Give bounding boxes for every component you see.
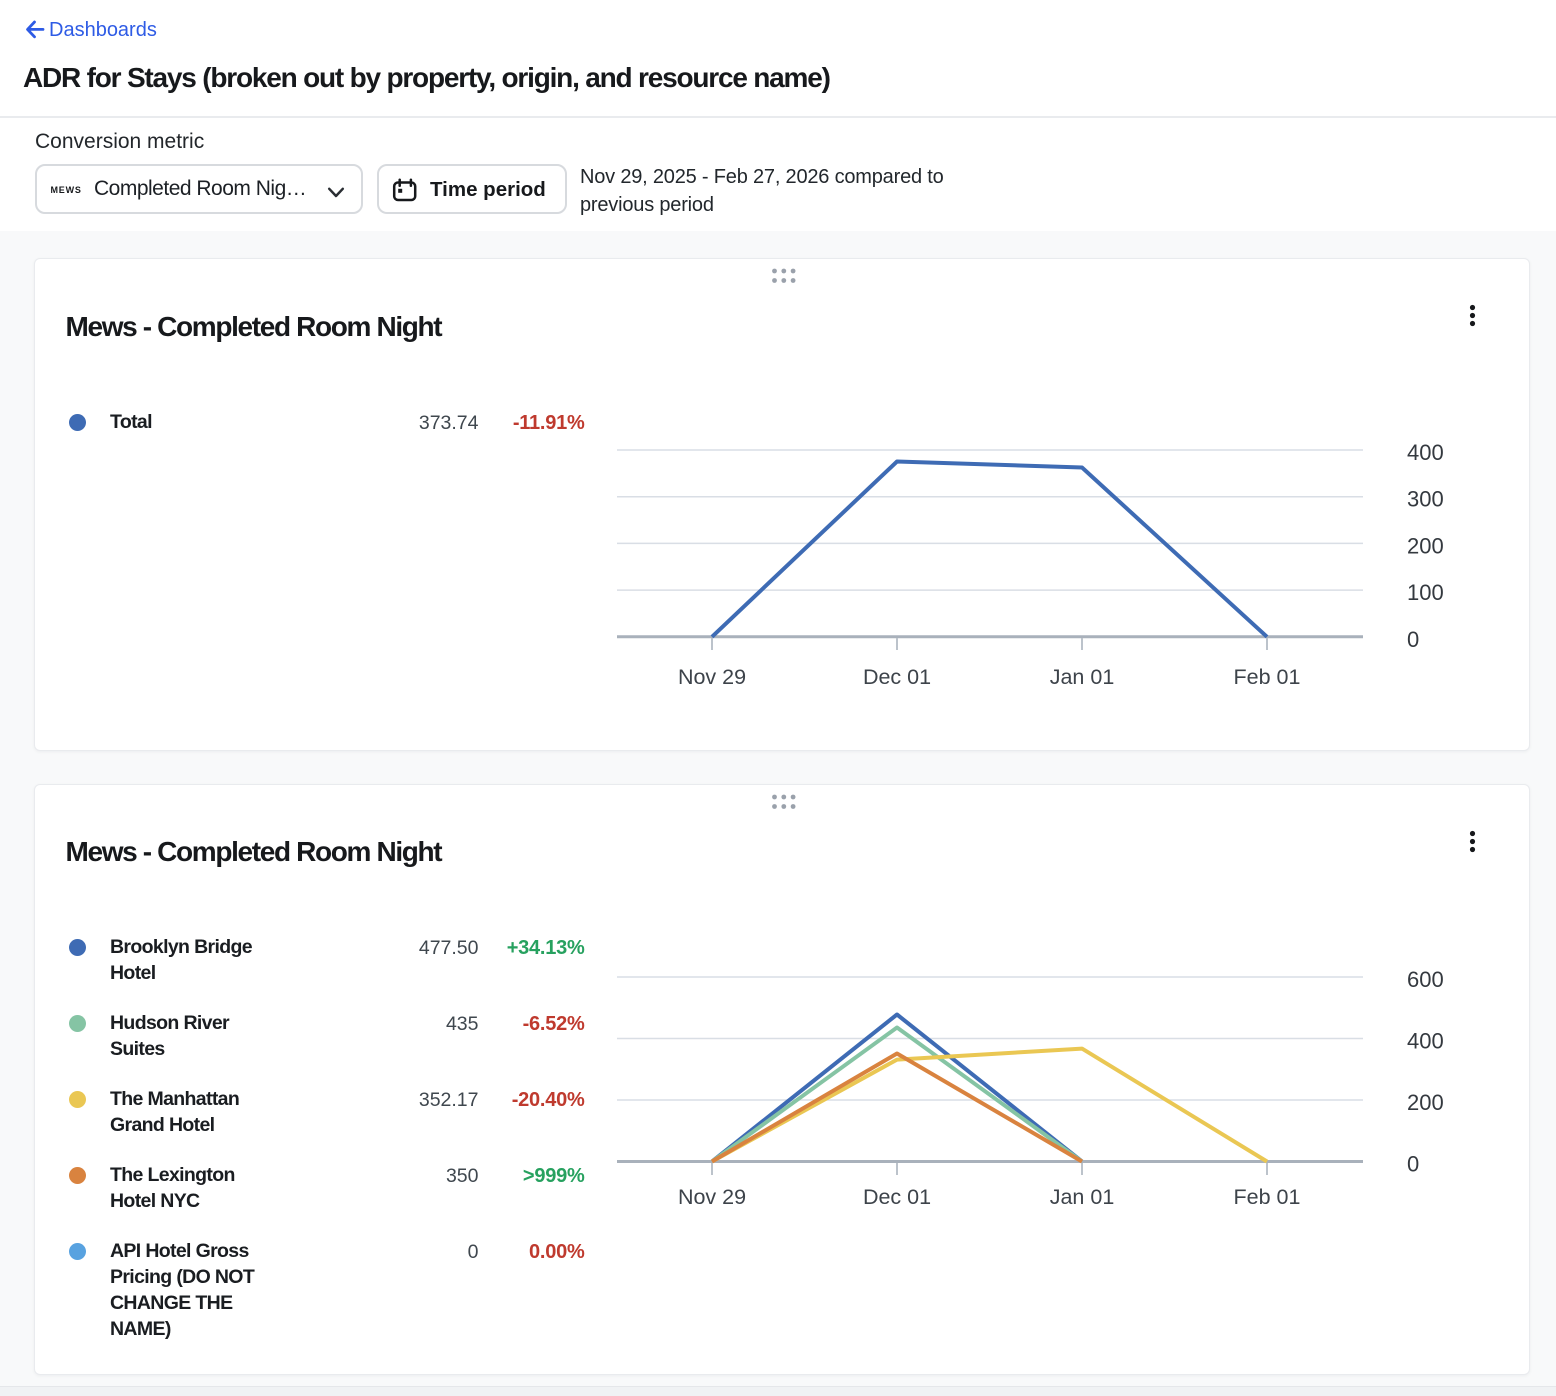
svg-text:400: 400 (1407, 1029, 1444, 1054)
svg-text:Jan 01: Jan 01 (1050, 665, 1115, 689)
svg-text:400: 400 (1407, 440, 1444, 465)
svg-text:200: 200 (1407, 533, 1444, 558)
svg-text:300: 300 (1407, 487, 1444, 512)
svg-text:0: 0 (1407, 627, 1419, 652)
svg-text:100: 100 (1407, 580, 1444, 605)
svg-text:0: 0 (1407, 1152, 1419, 1177)
svg-text:Feb 01: Feb 01 (1234, 1185, 1301, 1209)
svg-text:Feb 01: Feb 01 (1234, 665, 1301, 689)
svg-text:600: 600 (1407, 967, 1444, 992)
svg-text:200: 200 (1407, 1090, 1444, 1115)
svg-text:Jan 01: Jan 01 (1050, 1185, 1115, 1209)
svg-text:Nov 29: Nov 29 (678, 1185, 746, 1209)
svg-text:Nov 29: Nov 29 (678, 665, 746, 689)
svg-text:Dec 01: Dec 01 (863, 1185, 931, 1209)
svg-text:Dec 01: Dec 01 (863, 665, 931, 689)
